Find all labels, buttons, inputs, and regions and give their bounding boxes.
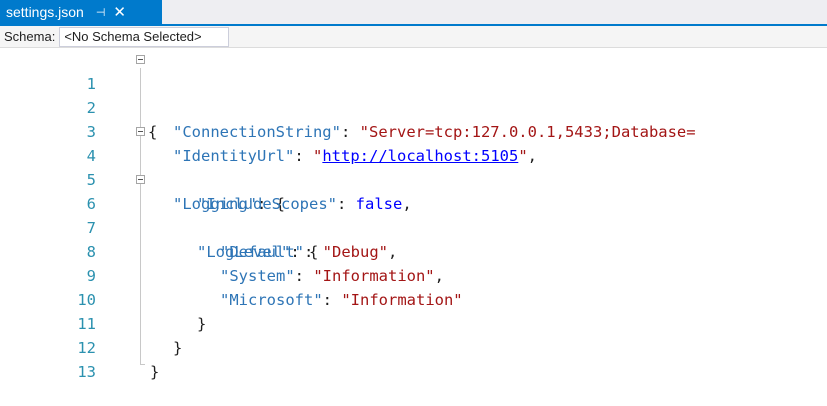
schema-label: Schema: [4, 29, 56, 44]
collapse-icon[interactable] [136, 127, 145, 136]
code-line: 5 "IncludeScopes": false, [0, 144, 827, 213]
code-line: 1 { [0, 48, 827, 141]
code-editor[interactable]: 1 { 2 "ConnectionString": "Server=tcp:12… [0, 48, 827, 406]
code-line: 11 } [0, 288, 827, 357]
collapse-icon[interactable] [136, 55, 145, 64]
pin-icon[interactable]: ⊣ [96, 6, 106, 19]
code-line: 13 [0, 336, 827, 381]
code-line: 10 } [0, 264, 827, 333]
outline-guide-end [140, 364, 145, 365]
collapse-icon[interactable] [136, 175, 145, 184]
tab-settings-json[interactable]: settings.json ⊣ ✕ [0, 0, 162, 24]
code-line: 2 "ConnectionString": "Server=tcp:127.0.… [0, 72, 827, 141]
code-line: 9 "Microsoft": "Information" [0, 240, 827, 309]
line-number: 13 [77, 363, 96, 381]
code-line: 8 "System": "Information", [0, 216, 827, 285]
close-brace: } [150, 363, 160, 381]
schema-selector[interactable]: <No Schema Selected> [59, 26, 230, 47]
code-line: 6 "LogLevel": { [0, 168, 827, 261]
close-icon[interactable]: ✕ [113, 4, 126, 20]
tab-title: settings.json [6, 4, 84, 20]
code-line: 12 } [0, 312, 827, 381]
code-line: 7 "Default": "Debug", [0, 192, 827, 261]
document-tab-strip: settings.json ⊣ ✕ [0, 0, 827, 26]
code-line: 4 "Logging": { [0, 120, 827, 213]
schema-bar: Schema: <No Schema Selected> [0, 26, 827, 48]
code-line: 3 "IdentityUrl": "http://localhost:5105"… [0, 96, 827, 165]
